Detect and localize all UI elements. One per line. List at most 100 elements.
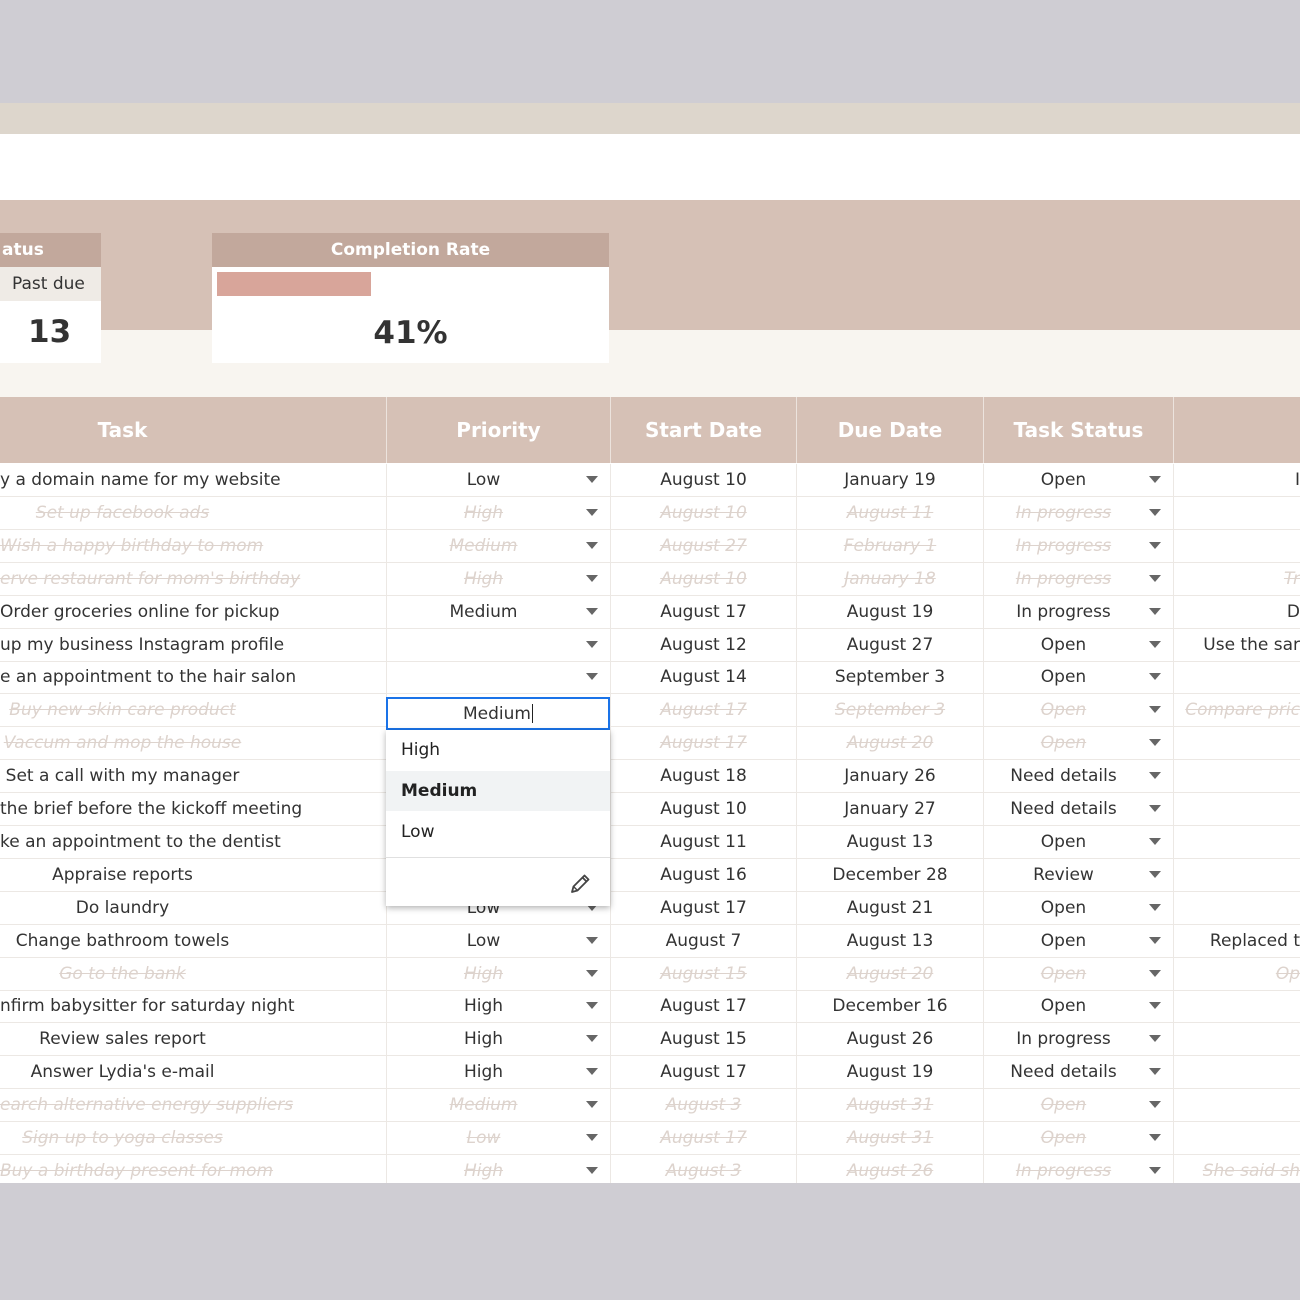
task-status-cell[interactable]: In progress [983, 529, 1173, 562]
task-status-cell[interactable]: Open [983, 1122, 1173, 1154]
dropdown-arrow-icon[interactable] [1149, 706, 1161, 714]
dropdown-arrow-icon[interactable] [1149, 1002, 1161, 1010]
start-date-cell[interactable]: August 3 [610, 1154, 796, 1183]
dropdown-arrow-icon[interactable] [586, 1035, 598, 1043]
due-date-cell[interactable]: August 26 [796, 1023, 983, 1056]
notes-cell[interactable] [1173, 496, 1300, 529]
start-date-cell[interactable]: August 17 [610, 694, 796, 727]
start-date-cell[interactable]: August 10 [610, 793, 796, 825]
task-status-cell[interactable]: In progress [983, 1154, 1173, 1183]
dropdown-arrow-icon[interactable] [586, 1002, 598, 1010]
task-cell[interactable]: Do laundry [0, 892, 245, 924]
notes-cell[interactable] [1173, 1122, 1300, 1154]
task-cell[interactable]: Go to the bank [0, 958, 245, 990]
notes-cell[interactable]: Use the sar [1173, 628, 1300, 661]
task-cell[interactable]: Buy new skin care product [0, 694, 245, 726]
dropdown-arrow-icon[interactable] [1149, 969, 1161, 977]
due-date-cell[interactable]: August 31 [796, 1122, 983, 1154]
task-cell[interactable]: Sign up to yoga classes [0, 1122, 245, 1154]
notes-cell[interactable]: Op [1173, 957, 1300, 990]
dropdown-arrow-icon[interactable] [586, 607, 598, 615]
task-cell[interactable]: nfirm babysitter for saturday night [0, 990, 386, 1022]
dropdown-arrow-icon[interactable] [1149, 673, 1161, 681]
task-cell[interactable]: Wish a happy birthday to mom [0, 530, 386, 562]
start-date-cell[interactable]: August 17 [610, 595, 796, 628]
priority-editor-value[interactable]: Medium [463, 704, 531, 724]
dropdown-arrow-icon[interactable] [586, 640, 598, 648]
due-date-cell[interactable]: August 19 [796, 595, 983, 628]
task-cell[interactable]: Answer Lydia's e-mail [0, 1056, 245, 1088]
priority-cell[interactable]: High [386, 990, 610, 1023]
task-cell[interactable]: ke an appointment to the dentist [0, 826, 386, 858]
task-status-cell[interactable]: Open [983, 990, 1173, 1023]
dropdown-arrow-icon[interactable] [586, 1101, 598, 1109]
start-date-cell[interactable]: August 17 [610, 1122, 796, 1154]
priority-cell[interactable]: Medium [386, 529, 610, 562]
task-cell[interactable]: up my business Instagram profile [0, 629, 386, 661]
task-cell[interactable]: Appraise reports [0, 859, 245, 891]
due-date-cell[interactable]: January 26 [796, 760, 983, 793]
start-date-cell[interactable]: August 7 [610, 924, 796, 957]
dropdown-arrow-icon[interactable] [1149, 903, 1161, 911]
notes-cell[interactable] [1173, 1089, 1300, 1122]
due-date-cell[interactable]: August 20 [796, 957, 983, 990]
dropdown-arrow-icon[interactable] [586, 969, 598, 977]
dropdown-arrow-icon[interactable] [1149, 1101, 1161, 1109]
task-cell[interactable]: Set a call with my manager [0, 760, 245, 792]
notes-cell[interactable]: Compare pric [1173, 694, 1300, 727]
task-cell[interactable]: y a domain name for my website [0, 464, 386, 496]
start-date-cell[interactable]: August 11 [610, 825, 796, 858]
dropdown-arrow-icon[interactable] [586, 1068, 598, 1076]
column-header-task-status[interactable]: Task Status [983, 397, 1173, 463]
due-date-cell[interactable]: January 19 [796, 464, 983, 496]
task-cell[interactable]: Order groceries online for pickup [0, 596, 386, 628]
task-status-cell[interactable]: Open [983, 891, 1173, 924]
dropdown-arrow-icon[interactable] [1149, 805, 1161, 812]
due-date-cell[interactable]: August 19 [796, 1056, 983, 1089]
task-cell[interactable]: Set up facebook ads [0, 497, 245, 529]
dropdown-option-medium[interactable]: Medium [386, 771, 610, 811]
notes-cell[interactable] [1173, 858, 1300, 891]
task-status-cell[interactable]: Open [983, 727, 1173, 760]
task-status-cell[interactable]: Review [983, 858, 1173, 891]
priority-cell[interactable]: Low [386, 1122, 610, 1154]
due-date-cell[interactable]: February 1 [796, 529, 983, 562]
notes-cell[interactable] [1173, 1023, 1300, 1056]
task-cell[interactable]: the brief before the kickoff meeting [0, 793, 386, 825]
dropdown-arrow-icon[interactable] [586, 1134, 598, 1141]
priority-cell[interactable]: High [386, 562, 610, 595]
priority-cell[interactable] [386, 661, 610, 694]
start-date-cell[interactable]: August 3 [610, 1089, 796, 1122]
dropdown-arrow-icon[interactable] [586, 1166, 598, 1174]
task-status-cell[interactable]: Need details [983, 1056, 1173, 1089]
priority-cell[interactable]: High [386, 1056, 610, 1089]
task-cell[interactable]: earch alternative energy suppliers [0, 1089, 386, 1121]
priority-cell[interactable]: Low [386, 924, 610, 957]
dropdown-arrow-icon[interactable] [1149, 739, 1161, 747]
task-cell[interactable]: Review sales report [0, 1023, 245, 1055]
notes-cell[interactable]: Tr [1173, 562, 1300, 595]
dropdown-arrow-icon[interactable] [1149, 1068, 1161, 1076]
dropdown-arrow-icon[interactable] [1149, 837, 1161, 845]
priority-cell[interactable]: High [386, 1023, 610, 1056]
due-date-cell[interactable]: December 16 [796, 990, 983, 1023]
dropdown-option-high[interactable]: High [386, 730, 610, 770]
start-date-cell[interactable]: August 17 [610, 891, 796, 924]
start-date-cell[interactable]: August 17 [610, 1056, 796, 1089]
task-status-cell[interactable]: Need details [983, 793, 1173, 825]
due-date-cell[interactable]: August 21 [796, 891, 983, 924]
due-date-cell[interactable]: December 28 [796, 858, 983, 891]
priority-cell[interactable] [386, 628, 610, 661]
dropdown-option-low[interactable]: Low [386, 812, 610, 852]
task-status-cell[interactable]: Open [983, 694, 1173, 727]
due-date-cell[interactable]: August 13 [796, 924, 983, 957]
dropdown-arrow-icon[interactable] [1149, 541, 1161, 549]
dropdown-arrow-icon[interactable] [1149, 607, 1161, 615]
task-status-cell[interactable]: In progress [983, 496, 1173, 529]
dropdown-arrow-icon[interactable] [1149, 1134, 1161, 1141]
dropdown-arrow-icon[interactable] [586, 936, 598, 944]
priority-cell[interactable]: Low [386, 464, 610, 496]
notes-cell[interactable]: Replaced t [1173, 924, 1300, 957]
due-date-cell[interactable]: August 26 [796, 1154, 983, 1183]
task-status-cell[interactable]: Open [983, 661, 1173, 694]
